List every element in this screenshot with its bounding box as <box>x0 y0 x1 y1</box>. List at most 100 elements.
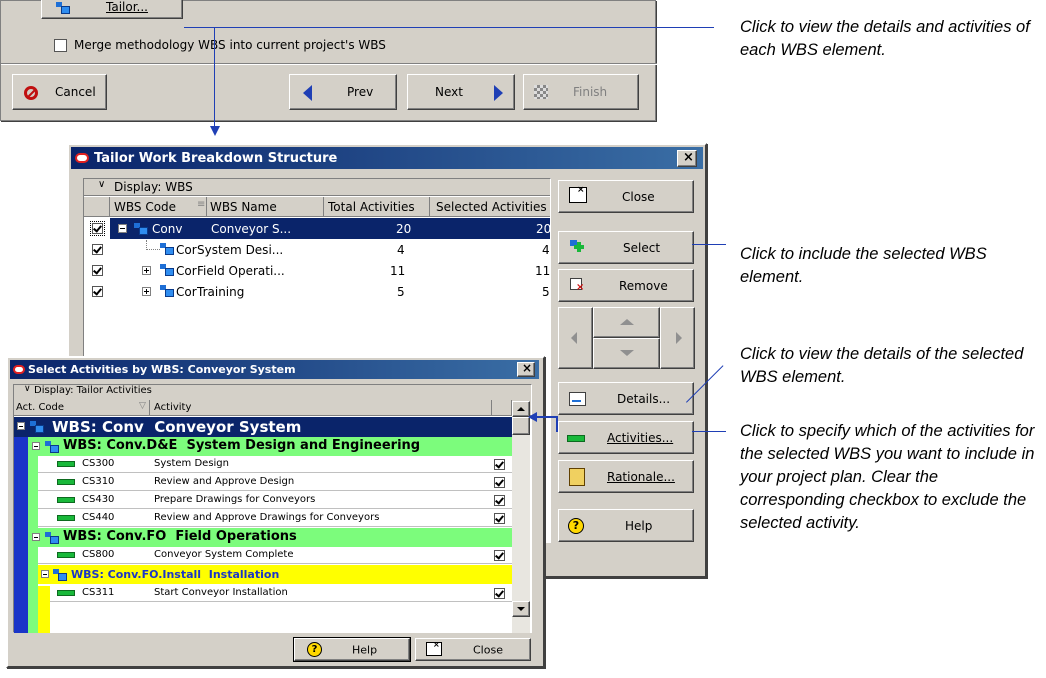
group-row-conveyor[interactable]: WBS: Conv Conveyor System <box>14 417 512 437</box>
merge-checkbox[interactable] <box>54 39 67 52</box>
sort-icon: ▽ <box>139 401 146 411</box>
wbs-icon <box>30 421 44 433</box>
activity-checkbox[interactable] <box>494 588 505 599</box>
close-icon: × <box>522 361 533 375</box>
collapse-icon[interactable] <box>41 570 49 578</box>
wbs-row-name: Conveyor S... <box>211 222 292 236</box>
remove-button[interactable]: × Remove <box>558 269 694 302</box>
help-button[interactable]: ? Help <box>558 509 694 542</box>
wbs-row-name: Field Operati... <box>197 264 285 278</box>
wbs-icon <box>45 532 59 544</box>
activity-code: CS311 <box>82 587 115 598</box>
activity-checkbox[interactable] <box>494 459 505 470</box>
chevron-down-icon: ∨ <box>24 384 31 394</box>
activity-bar-icon <box>57 590 75 596</box>
col-activity[interactable]: Activity <box>154 402 191 413</box>
wbs-display-label: Display: WBS <box>114 180 193 194</box>
finish-button[interactable]: Finish <box>523 74 639 110</box>
wbs-display-bar[interactable]: ∨ Display: WBS <box>84 179 550 196</box>
next-label: Next <box>435 85 463 99</box>
activities-close-button[interactable]: × Close <box>415 638 531 661</box>
activity-code: CS310 <box>82 476 115 487</box>
select-button[interactable]: Select <box>558 231 694 264</box>
collapse-icon[interactable] <box>17 422 25 430</box>
rationale-button[interactable]: Rationale... <box>558 460 694 493</box>
expand-icon[interactable] <box>142 287 151 296</box>
details-button[interactable]: Details... <box>558 382 694 415</box>
activities-display-bar[interactable]: ∨ Display: Tailor Activities <box>14 384 531 400</box>
prev-button[interactable]: Prev <box>289 74 397 110</box>
down-arrow-icon <box>517 607 525 611</box>
group-row-field-operations[interactable]: WBS: Conv.FO Field Operations <box>28 528 512 547</box>
activity-checkbox[interactable] <box>494 550 505 561</box>
activities-button[interactable]: Activities... <box>558 421 694 454</box>
merge-label: Merge methodology WBS into current proje… <box>74 38 386 52</box>
activities-grid: ∨ Display: Tailor Activities Act. Code ▽… <box>13 384 532 633</box>
add-icon <box>570 240 584 254</box>
cancel-button[interactable]: Cancel <box>12 74 107 110</box>
wbs-row-checkbox[interactable] <box>92 265 103 276</box>
activity-row[interactable]: CS300 System Design <box>38 456 512 473</box>
vertical-scrollbar[interactable] <box>512 401 530 633</box>
tailor-title: Tailor Work Breakdown Structure <box>94 150 338 166</box>
activity-name: Review and Approve Design <box>154 476 295 487</box>
wbs-row-total: 4 <box>397 243 405 257</box>
activity-bar-icon <box>57 461 75 467</box>
tailor-button[interactable]: Tailor... <box>41 0 183 19</box>
col-wbs-name[interactable]: WBS Name <box>210 200 320 214</box>
activity-checkbox[interactable] <box>494 513 505 524</box>
wbs-icon <box>45 441 59 453</box>
activity-checkbox[interactable] <box>494 495 505 506</box>
collapse-icon[interactable] <box>32 533 40 541</box>
next-button[interactable]: Next <box>407 74 515 110</box>
left-arrow-icon <box>571 332 577 344</box>
activity-bar-icon <box>57 552 75 558</box>
wbs-icon <box>160 243 174 255</box>
collapse-icon[interactable] <box>118 224 127 233</box>
wbs-row[interactable]: Cor System Desi... 4 4 <box>84 240 550 260</box>
activity-row[interactable]: CS430 Prepare Drawings for Conveyors <box>38 492 512 509</box>
col-total-activities[interactable]: Total Activities <box>328 200 428 214</box>
wbs-row[interactable]: Cor Training 5 5 <box>84 282 550 302</box>
tailor-close-label: Close <box>622 189 655 204</box>
wbs-row-checkbox[interactable] <box>90 221 105 236</box>
wbs-row-checkbox[interactable] <box>92 286 103 297</box>
move-right-button[interactable] <box>660 307 695 369</box>
col-selected-activities[interactable]: Selected Activities <box>436 200 550 214</box>
wbs-row-code: Cor <box>176 264 197 278</box>
wbs-row[interactable]: Cor Field Operati... 11 11 <box>84 261 550 281</box>
group-label: WBS: Conv.FO.Install Installation <box>71 568 280 581</box>
col-divider <box>149 400 150 416</box>
col-wbs-code[interactable]: WBS Code <box>114 200 194 214</box>
move-left-button[interactable] <box>558 307 593 369</box>
move-down-button[interactable] <box>593 338 660 369</box>
activities-help-button[interactable]: ? Help <box>293 637 411 662</box>
activity-name: System Design <box>154 458 229 469</box>
callout-arrowhead <box>528 412 537 422</box>
up-arrow-icon <box>517 407 525 411</box>
scroll-down-button[interactable] <box>512 601 530 617</box>
tailor-close-x-button[interactable]: × <box>677 150 697 167</box>
help-icon: ? <box>307 642 322 657</box>
activity-checkbox[interactable] <box>494 477 505 488</box>
collapse-icon[interactable] <box>32 442 40 450</box>
tailor-close-button[interactable]: × Close <box>558 180 694 213</box>
activity-row[interactable]: CS800 Conveyor System Complete <box>38 547 512 564</box>
move-up-button[interactable] <box>593 307 660 338</box>
col-act-code[interactable]: Act. Code <box>16 402 64 413</box>
callout-line-select <box>692 244 726 245</box>
activity-row[interactable]: CS311 Start Conveyor Installation <box>50 585 512 602</box>
expand-icon[interactable] <box>142 266 151 275</box>
activity-row[interactable]: CS310 Review and Approve Design <box>38 474 512 491</box>
callout-line-scroll-h <box>536 416 557 418</box>
activity-bar-icon <box>57 515 75 521</box>
activity-row[interactable]: CS440 Review and Approve Drawings for Co… <box>38 510 512 527</box>
wbs-row-selected: 4 <box>542 243 550 257</box>
group-row-design[interactable]: WBS: Conv.D&E System Design and Engineer… <box>28 437 512 456</box>
cancel-icon <box>24 86 38 100</box>
activities-close-x-button[interactable]: × <box>517 361 535 377</box>
group-row-installation[interactable]: WBS: Conv.FO.Install Installation <box>38 565 512 584</box>
prev-arrow-icon <box>303 85 312 101</box>
wbs-row[interactable]: Conv Conveyor S... 20 20 <box>84 218 551 239</box>
wbs-row-checkbox[interactable] <box>92 244 103 255</box>
